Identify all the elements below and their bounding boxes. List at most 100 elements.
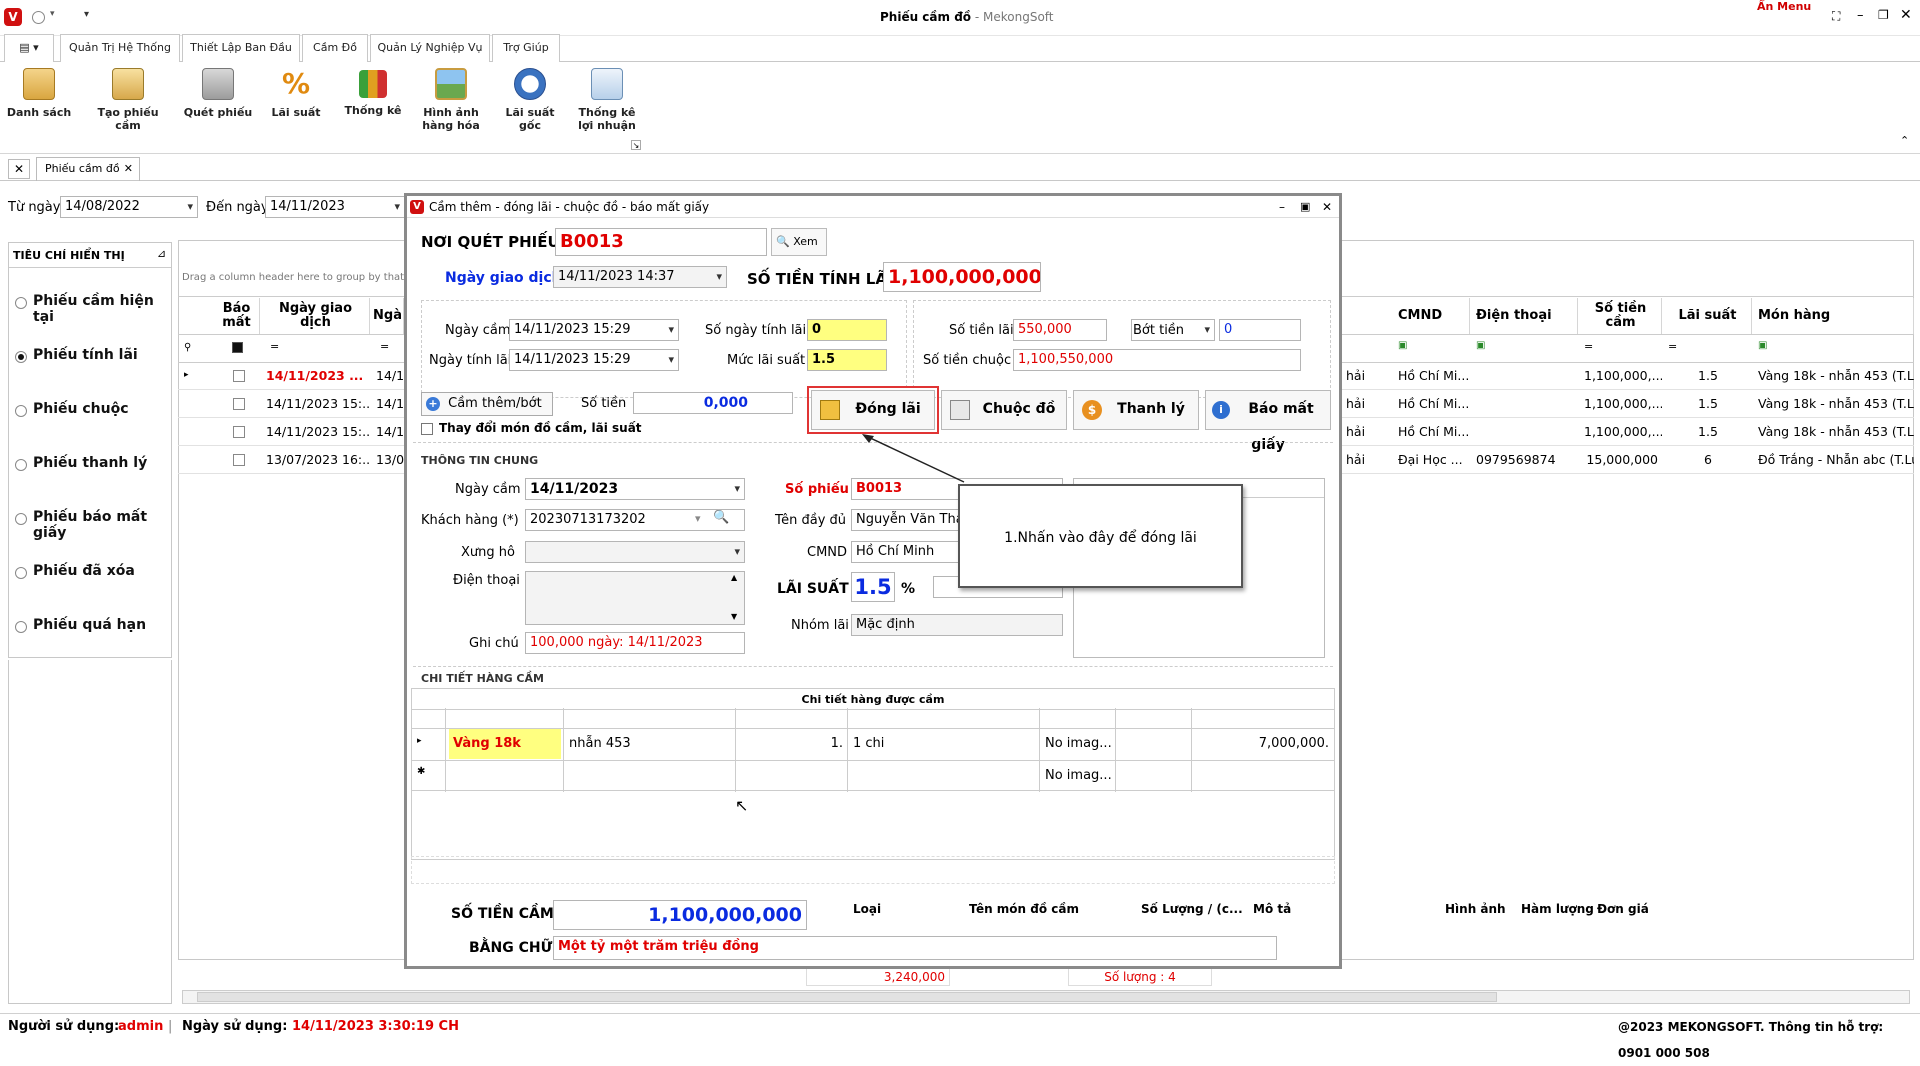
detail-cell-image[interactable]: No imag... xyxy=(1041,730,1115,758)
pin-icon[interactable]: ⊿ xyxy=(157,247,166,260)
ribbon-collapse-icon[interactable]: ⌃ xyxy=(1900,134,1909,147)
app-menu-button[interactable]: ▤ ▾ xyxy=(4,34,54,62)
detail-col-header[interactable]: Hình ảnh xyxy=(1445,902,1517,916)
ribbon-danh-sach[interactable]: Danh sách xyxy=(3,66,75,152)
filter-equals-icon[interactable]: = xyxy=(1668,340,1677,353)
radio-icon[interactable] xyxy=(15,567,27,579)
dong-lai-button[interactable]: Đóng lãi xyxy=(811,390,935,430)
detail-cell-desc[interactable]: 1 chi xyxy=(849,730,1039,758)
ribbon-lai-suat[interactable]: % Lãi suất xyxy=(260,66,332,152)
ribbon-lai-suat-goc[interactable]: Lãi suất gốc xyxy=(494,66,566,152)
detail-col-header[interactable]: Hàm lượng (T... xyxy=(1521,902,1595,916)
hide-menu-link[interactable]: Ẩn Menu xyxy=(1757,0,1811,13)
ribbon-quet-phieu[interactable]: Quét phiếu xyxy=(182,66,254,152)
col-dien-thoai[interactable]: Điện thoại xyxy=(1472,298,1578,334)
pawn-date-input[interactable]: 14/11/2023 15:29 xyxy=(509,319,679,341)
filter-equals-icon[interactable]: = xyxy=(380,340,389,353)
col-bao-mat[interactable]: Báo mất xyxy=(214,298,260,334)
dialog-close-icon[interactable]: ✕ xyxy=(1322,196,1332,218)
ribbon-hinh-anh[interactable]: Hình ảnh hàng hóa xyxy=(415,66,487,152)
customer-input[interactable]: 20230713173202 xyxy=(525,509,745,531)
tab-cam-do[interactable]: Cầm Đồ xyxy=(302,34,368,63)
detail-col-header[interactable]: Số Lượng / (c... xyxy=(1141,902,1249,916)
filter-row-icon[interactable]: ⚲ xyxy=(184,342,191,353)
rate-input[interactable]: 1.5 xyxy=(807,349,887,371)
filter-equals-icon[interactable]: = xyxy=(1584,340,1593,353)
radio-icon[interactable] xyxy=(15,513,27,525)
col-lai-suat[interactable]: Lãi suất xyxy=(1664,298,1752,334)
close-icon[interactable]: ✕ xyxy=(1900,7,1912,23)
dialog-maximize-icon[interactable]: ▣ xyxy=(1300,196,1310,218)
scan-input[interactable]: B0013 xyxy=(555,228,767,256)
change-item-checkbox[interactable] xyxy=(421,423,433,435)
row-checkbox[interactable] xyxy=(233,454,245,466)
tab-quan-tri[interactable]: Quản Trị Hệ Thống xyxy=(60,34,180,62)
radio-selected-icon[interactable] xyxy=(15,351,27,363)
filter-checkbox[interactable] xyxy=(232,342,243,353)
filter-contains-icon[interactable]: ▣ xyxy=(1758,340,1767,351)
customer-search-icon[interactable]: 🔍 xyxy=(713,510,729,525)
phone-scroll-down-icon[interactable]: ▼ xyxy=(731,612,737,621)
title-select[interactable] xyxy=(525,541,745,563)
col-mon-hang[interactable]: Món hàng xyxy=(1754,298,1914,334)
doc-tab-close-icon[interactable]: ✕ xyxy=(124,158,133,180)
filter-equals-icon[interactable]: = xyxy=(270,340,279,353)
close-all-tabs-icon[interactable]: ✕ xyxy=(8,159,30,179)
amount-input[interactable]: 0,000 xyxy=(633,392,793,414)
discount-type-select[interactable] xyxy=(1131,319,1215,341)
radio-icon[interactable] xyxy=(15,621,27,633)
filter-contains-icon[interactable]: ▣ xyxy=(1398,340,1407,351)
detail-col-header[interactable]: Mô tả xyxy=(1253,902,1443,916)
restore-icon[interactable]: ❐ xyxy=(1878,8,1889,22)
view-button[interactable]: 🔍 Xem xyxy=(771,228,827,256)
trans-date-input[interactable]: 14/11/2023 14:37 xyxy=(553,266,727,288)
horizontal-scrollbar[interactable] xyxy=(182,990,1910,1004)
detail-cell-price[interactable]: 7,000,000. xyxy=(1193,730,1333,758)
add-remove-button[interactable]: + Cầm thêm/bớt xyxy=(421,392,553,416)
detail-cell-name[interactable]: nhẫn 453 xyxy=(565,730,735,758)
radio-icon[interactable] xyxy=(15,459,27,471)
radio-icon[interactable] xyxy=(15,297,27,309)
dialog-minimize-icon[interactable]: – xyxy=(1279,196,1285,218)
row-checkbox[interactable] xyxy=(233,370,245,382)
thanh-ly-button[interactable]: $ Thanh lý xyxy=(1073,390,1199,430)
note-input[interactable]: 100,000 ngày: 14/11/2023 xyxy=(525,632,745,654)
col-cmnd[interactable]: CMND xyxy=(1394,298,1470,334)
row-checkbox[interactable] xyxy=(233,426,245,438)
from-date-input[interactable]: 14/08/2022 xyxy=(60,196,198,218)
group-input[interactable]: Mặc định xyxy=(851,614,1063,636)
calc-date-input[interactable]: 14/11/2023 15:29 xyxy=(509,349,679,371)
col-ngay[interactable]: Ngà xyxy=(372,298,404,334)
detail-col-header[interactable]: Loại xyxy=(853,902,965,916)
quick-access-icon[interactable] xyxy=(32,11,45,24)
radio-icon[interactable] xyxy=(15,405,27,417)
ribbon-tao-phieu[interactable]: Tạo phiếu cầm xyxy=(92,66,164,152)
customize-dropdown-icon[interactable]: ▾ xyxy=(84,9,89,20)
col-so-tien-cam[interactable]: Số tiền cầm xyxy=(1580,298,1662,334)
row-checkbox[interactable] xyxy=(233,398,245,410)
g-pawn-date-input[interactable]: 14/11/2023 xyxy=(525,478,745,500)
bao-mat-giay-button[interactable]: i Báo mất giấy xyxy=(1205,390,1331,453)
days-input[interactable]: 0 xyxy=(807,319,887,341)
detail-cell-qty[interactable]: 1. xyxy=(737,730,847,758)
filter-contains-icon[interactable]: ▣ xyxy=(1476,340,1485,351)
ribbon-thong-ke[interactable]: Thống kê xyxy=(337,66,409,152)
tab-quan-ly[interactable]: Quản Lý Nghiệp Vụ xyxy=(370,34,490,62)
detail-col-header[interactable]: Đơn giá xyxy=(1597,902,1737,916)
fullscreen-icon[interactable]: ⛶ xyxy=(1832,9,1840,24)
ribbon-expand-icon[interactable]: ↘ xyxy=(631,140,641,150)
tab-tro-giup[interactable]: Trợ Giúp xyxy=(492,34,560,62)
detail-col-header[interactable]: Tên món đồ cầm xyxy=(969,902,1137,916)
to-date-input[interactable]: 14/11/2023 xyxy=(265,196,405,218)
detail-new-image[interactable]: No imag... xyxy=(1041,762,1115,790)
phone-textarea[interactable] xyxy=(525,571,745,625)
quick-access-dropdown-icon[interactable]: ▾ xyxy=(50,9,55,19)
minimize-icon[interactable]: – xyxy=(1857,8,1864,23)
phone-scroll-up-icon[interactable]: ▲ xyxy=(731,573,737,582)
doc-tab-phieu-cam-do[interactable]: Phiếu cầm đồ ✕ xyxy=(36,157,140,181)
chuoc-do-button[interactable]: Chuộc đồ xyxy=(941,390,1067,430)
detail-cell-type[interactable]: Vàng 18k xyxy=(449,729,561,759)
discount-input[interactable]: 0 xyxy=(1219,319,1301,341)
col-ngay-giao-dich[interactable]: Ngày giao dịch xyxy=(262,298,370,334)
customer-dropdown-icon[interactable]: ▾ xyxy=(695,512,701,525)
